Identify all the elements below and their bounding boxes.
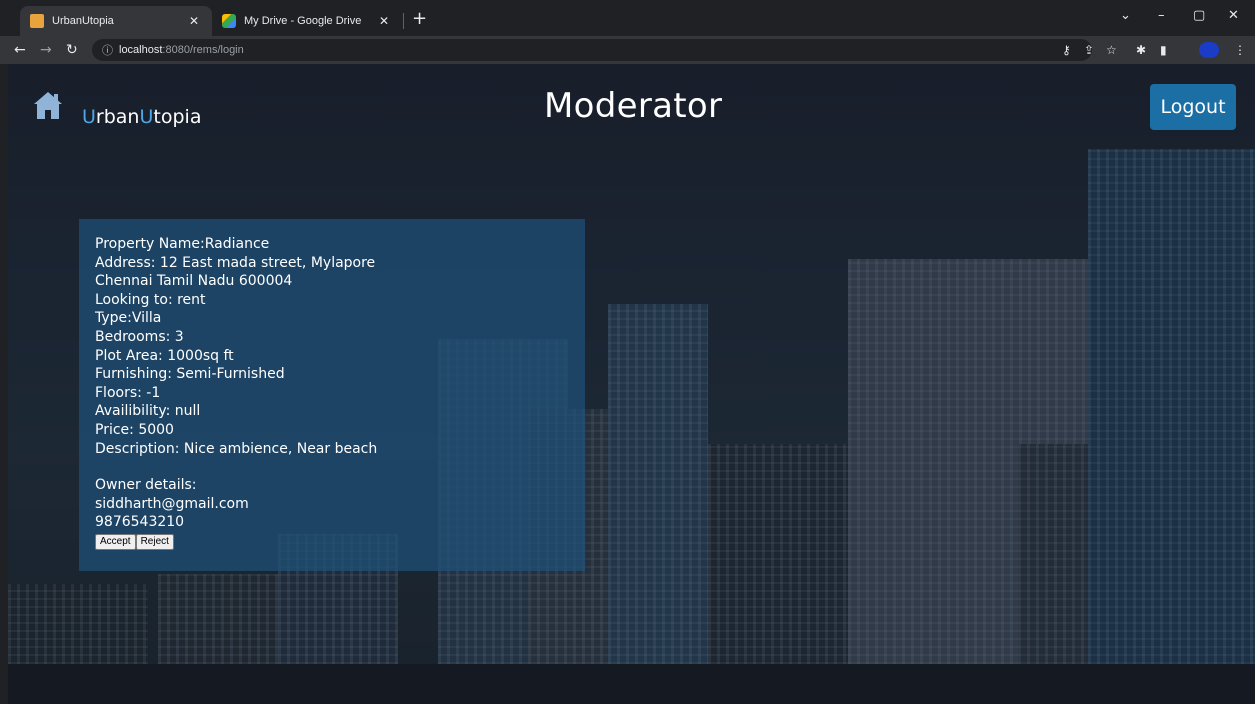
property-availability: Availibility: null [95, 403, 201, 420]
site-info-icon[interactable]: ⓘ [102, 42, 113, 58]
owner-email: siddharth@gmail.com [95, 495, 249, 512]
accept-button[interactable]: Accept [95, 533, 136, 550]
page-title: Moderator [544, 86, 723, 126]
browser-tab-bar: UrbanUtopia ✕ My Drive - Google Drive ✕ … [0, 0, 1255, 36]
close-window-icon[interactable]: ✕ [1228, 8, 1239, 23]
extensions-icon[interactable]: ✱ [1136, 43, 1146, 57]
property-floors: Floors: -1 [95, 384, 161, 401]
password-key-icon[interactable]: ⚷ [1062, 43, 1071, 57]
address-bar[interactable]: ⓘ localhost :8080/rems/login [92, 39, 1092, 61]
property-type: Type:Villa [95, 310, 162, 327]
bookmark-star-icon[interactable]: ☆ [1106, 43, 1117, 57]
property-plot-area: Plot Area: 1000sq ft [95, 347, 234, 364]
tab-title: My Drive - Google Drive [244, 15, 362, 27]
google-drive-favicon-icon [222, 14, 236, 28]
property-description: Description: Nice ambience, Near beach [95, 440, 378, 457]
back-icon[interactable]: ← [14, 41, 26, 59]
side-panel-icon[interactable]: ▮ [1160, 43, 1167, 57]
maximize-icon[interactable]: ▢ [1193, 8, 1205, 23]
home-logo-icon[interactable] [32, 90, 64, 120]
tab-close-icon[interactable]: ✕ [376, 14, 392, 28]
reload-icon[interactable]: ↻ [66, 41, 78, 59]
tab-search-icon[interactable]: ⌄ [1120, 8, 1131, 23]
logout-button[interactable]: Logout [1150, 84, 1236, 130]
owner-details-heading: Owner details: [95, 477, 197, 494]
url-path: :8080/rems/login [162, 44, 244, 56]
property-price: Price: 5000 [95, 421, 174, 438]
url-host: localhost [119, 44, 163, 56]
share-icon[interactable]: ⇪ [1084, 43, 1094, 57]
tab-title: UrbanUtopia [52, 15, 114, 27]
minimize-icon[interactable]: – [1158, 8, 1165, 23]
menu-kebab-icon[interactable]: ⋮ [1234, 43, 1246, 57]
property-looking-to: Looking to: rent [95, 291, 206, 308]
profile-avatar-icon[interactable] [1199, 42, 1219, 58]
property-address-line1: Address: 12 East mada street, Mylapore [95, 254, 376, 271]
forward-icon[interactable]: → [40, 41, 52, 59]
tab-urbanutopia[interactable]: UrbanUtopia ✕ [20, 6, 212, 36]
tab-google-drive[interactable]: My Drive - Google Drive ✕ [212, 6, 402, 36]
new-tab-icon[interactable]: + [412, 10, 427, 28]
browser-toolbar: ← → ↻ ⓘ localhost :8080/rems/login ⚷ ⇪ ☆… [0, 36, 1255, 64]
urbanutopia-favicon-icon [30, 14, 44, 28]
property-furnishing: Furnishing: Semi-Furnished [95, 366, 285, 383]
brand-logo-text[interactable]: UrbanUtopia [82, 106, 201, 128]
owner-phone: 9876543210 [95, 514, 185, 531]
page-viewport: UrbanUtopia Moderator Logout Property Na… [8, 64, 1255, 704]
property-bedrooms: Bedrooms: 3 [95, 328, 184, 345]
reject-button[interactable]: Reject [135, 533, 174, 550]
tab-close-icon[interactable]: ✕ [186, 14, 202, 28]
tab-separator [403, 13, 404, 29]
property-name: Property Name:Radiance [95, 236, 270, 252]
property-address-line2: Chennai Tamil Nadu 600004 [95, 273, 293, 290]
property-card: Property Name:Radiance Address: 12 East … [79, 219, 585, 571]
